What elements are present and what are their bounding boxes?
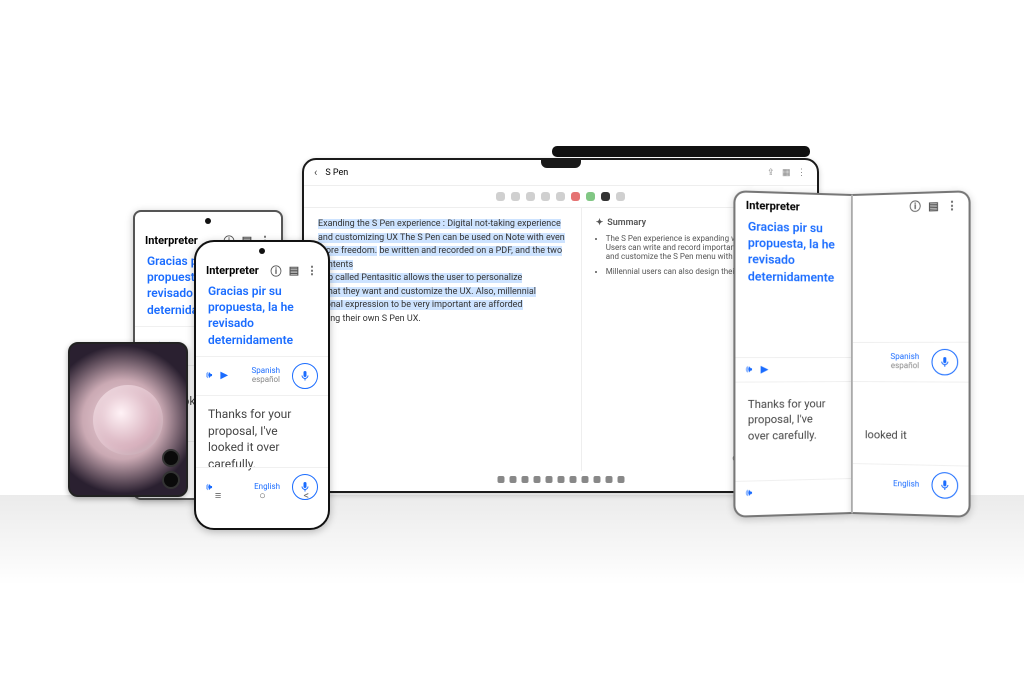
- flip-cameras: [162, 449, 180, 489]
- play-icon[interactable]: ▶: [761, 364, 769, 375]
- fmt-icon[interactable]: [497, 476, 504, 483]
- speaker-icon[interactable]: 🕪: [206, 370, 212, 381]
- camera-lens-icon: [162, 449, 180, 467]
- note-line: s that they want and customize the UX. A…: [318, 287, 536, 297]
- fmt-icon[interactable]: [617, 476, 624, 483]
- tool-marker-icon[interactable]: [511, 192, 520, 201]
- mic-button[interactable]: [292, 363, 318, 389]
- note-line: gning their own S Pen UX.: [318, 314, 421, 324]
- layout-icon[interactable]: ▤: [288, 265, 300, 277]
- color-red-icon[interactable]: [571, 192, 580, 201]
- more-icon[interactable]: ⋮: [306, 265, 318, 277]
- source-text: Gracias pir su propuesta, la he revisado…: [196, 279, 328, 356]
- tool-pen-icon[interactable]: [496, 192, 505, 201]
- fmt-icon[interactable]: [545, 476, 552, 483]
- mic-button[interactable]: [931, 472, 958, 499]
- fmt-icon[interactable]: [509, 476, 516, 483]
- mic-button[interactable]: [292, 474, 318, 500]
- note-editor[interactable]: Exanding the S Pen experience : Digital …: [304, 208, 581, 471]
- stylus-s-pen: [552, 146, 810, 157]
- app-title: Interpreter: [206, 264, 259, 277]
- info-icon[interactable]: ⓘ: [909, 200, 921, 213]
- fmt-icon[interactable]: [605, 476, 612, 483]
- more-icon[interactable]: ⋮: [946, 199, 958, 212]
- device-phone-front: Interpreter ⓘ ▤ ⋮ Gracias pir su propues…: [194, 240, 330, 530]
- tool-more-icon[interactable]: [616, 192, 625, 201]
- fmt-icon[interactable]: [533, 476, 540, 483]
- color-green-icon[interactable]: [586, 192, 595, 201]
- fmt-icon[interactable]: [593, 476, 600, 483]
- camera-dot: [259, 248, 265, 254]
- fmt-icon[interactable]: [521, 476, 528, 483]
- speaker-icon[interactable]: 🕪: [206, 482, 212, 493]
- device-fold: Interpreter Gracias pir su propuesta, la…: [735, 194, 969, 514]
- back-icon[interactable]: ‹: [314, 166, 317, 179]
- tablet-format-bar: [497, 476, 624, 483]
- camera-dot: [205, 218, 211, 224]
- tool-select-icon[interactable]: [541, 192, 550, 201]
- play-icon[interactable]: ▶: [220, 370, 228, 381]
- mic-button[interactable]: [931, 349, 958, 376]
- note-line: app called Pentasitic allows the user to…: [318, 273, 522, 283]
- app-title: Interpreter: [746, 199, 800, 214]
- tablet-title-actions: ⇪ ▦ ⋮: [767, 168, 807, 178]
- camera-lens-icon: [162, 471, 180, 489]
- source-language-sub: español: [890, 362, 919, 371]
- tool-eraser-icon[interactable]: [526, 192, 535, 201]
- color-black-icon[interactable]: [601, 192, 610, 201]
- source-language-sub: español: [252, 376, 281, 385]
- speaker-icon[interactable]: 🕪: [746, 488, 753, 499]
- speaker-icon[interactable]: 🕪: [746, 364, 753, 375]
- sparkle-icon: ✦: [596, 218, 604, 228]
- target-text-right: looked it: [853, 417, 969, 455]
- note-line: rsonal expression to be very important a…: [318, 300, 523, 310]
- target-language[interactable]: English: [893, 480, 919, 490]
- info-icon[interactable]: ⓘ: [270, 265, 282, 277]
- tablet-notch: [541, 158, 581, 168]
- fmt-icon[interactable]: [569, 476, 576, 483]
- more-icon[interactable]: ⋮: [797, 168, 807, 178]
- layout-icon[interactable]: ▤: [927, 199, 939, 212]
- target-language[interactable]: English: [254, 483, 280, 492]
- share-icon[interactable]: ⇪: [767, 168, 777, 178]
- fmt-icon[interactable]: [581, 476, 588, 483]
- tablet-title: S Pen: [325, 168, 348, 178]
- source-text: Gracias pir su propuesta, la herevisado …: [735, 214, 851, 294]
- device-flip: [68, 342, 188, 497]
- summary-title: Summary: [607, 218, 646, 228]
- target-text: Thanks for your proposal, I'veover caref…: [735, 386, 851, 454]
- app-title: Interpreter: [145, 234, 198, 247]
- fmt-icon[interactable]: [557, 476, 564, 483]
- grid-icon[interactable]: ▦: [782, 168, 792, 178]
- tool-text-icon[interactable]: [556, 192, 565, 201]
